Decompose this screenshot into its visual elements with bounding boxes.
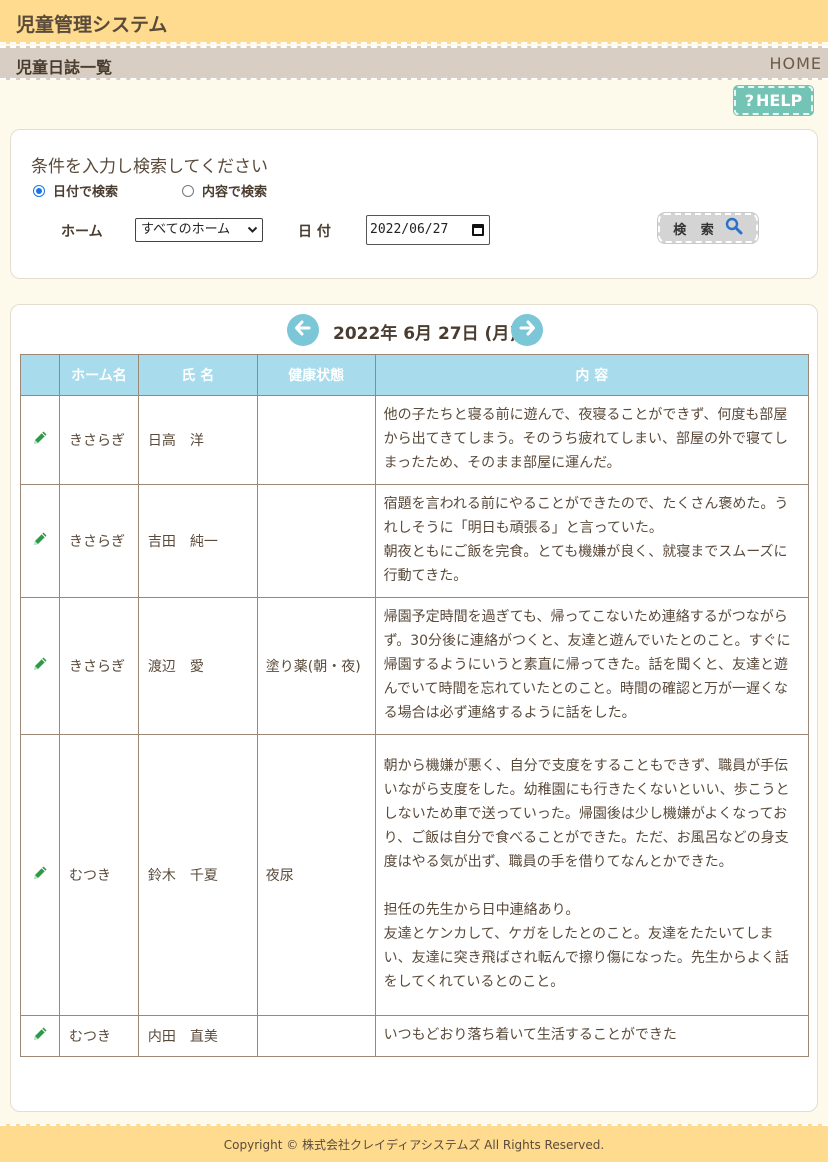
- table-row: きさらぎ 日高 洋 他の子たちと寝る前に遊んで、夜寝ることができず、何度も部屋から出…: [20, 395, 810, 485]
- app-title: 児童管理システム: [16, 14, 168, 36]
- table-row: きさらぎ 吉田 純一 宿題を言われる前にやることができたので、たくさん褒めた。うれし…: [20, 484, 810, 598]
- name-cell: 吉田 純一: [137, 484, 258, 598]
- footer: Copyright © 株式会社クレイディアシステムズ All Rights R…: [0, 1124, 828, 1162]
- page-title: 児童日誌一覧: [16, 58, 113, 77]
- chevron-down-icon: [247, 219, 258, 249]
- edit-cell: [20, 597, 60, 735]
- search-button[interactable]: 検 索: [658, 213, 758, 243]
- health-cell: 夜尿: [256, 734, 376, 1016]
- content-cell: 朝から機嫌が悪く、自分で支度をすることもできず、職員が手伝いながら支度をした。幼…: [374, 734, 810, 1016]
- health-cell: [256, 1015, 376, 1057]
- column-header-health: 健康状態: [256, 354, 376, 396]
- pencil-icon[interactable]: [31, 429, 49, 451]
- home-link[interactable]: HOME: [769, 54, 822, 73]
- subheader: 児童日誌一覧 HOME: [0, 46, 828, 80]
- copyright-text: Copyright © 株式会社クレイディアシステムズ All Rights R…: [223, 1137, 605, 1152]
- name-cell: 日高 洋: [137, 395, 258, 485]
- table-row: むつき 鈴木 千夏 夜尿 朝から機嫌が悪く、自分で支度をすることもできず、職員が手伝い…: [20, 734, 810, 1016]
- edit-cell: [20, 484, 60, 598]
- home-select[interactable]: すべてのホーム: [135, 218, 263, 242]
- pencil-icon[interactable]: [31, 530, 49, 552]
- search-prompt: 条件を入力し検索してください: [31, 157, 268, 177]
- date-input[interactable]: 2022/06/27: [366, 215, 490, 245]
- radio-search-by-date[interactable]: 日付で検索: [33, 181, 118, 200]
- help-button[interactable]: ? HELP: [734, 86, 813, 115]
- column-header-name: 氏 名: [137, 354, 258, 396]
- edit-cell: [20, 395, 60, 485]
- table-header-row: ホーム名 氏 名 健康状態 内 容: [20, 354, 810, 396]
- name-cell: 鈴木 千夏: [137, 734, 258, 1016]
- home-cell: むつき: [58, 1015, 139, 1057]
- arrow-right-icon: [517, 318, 537, 342]
- table-row: むつき 内田 直美 いつもどおり落ち着いて生活することができた: [20, 1015, 810, 1057]
- radio-content-indicator[interactable]: [182, 184, 194, 197]
- radio-date-label: 日付で検索: [53, 185, 119, 200]
- home-select-value: すべてのホーム: [141, 222, 231, 237]
- content-cell: 帰園予定時間を過ぎても、帰ってこないため連絡するがつながらず。30分後に連絡がつ…: [374, 597, 810, 735]
- next-day-button[interactable]: [511, 314, 543, 346]
- radio-content-label: 内容で検索: [202, 185, 268, 200]
- health-cell: [256, 484, 376, 598]
- results-panel: 2022年 6月 27日 (月) ホーム名 氏 名 健康状態 内 容 きさらぎ日…: [10, 304, 818, 1112]
- search-panel: 条件を入力し検索してください 日付で検索 内容で検索 ホーム すべてのホーム 日…: [10, 129, 818, 279]
- home-cell: むつき: [58, 734, 139, 1016]
- content-cell: 宿題を言われる前にやることができたので、たくさん褒めた。うれしそうに「明日も頑張…: [374, 484, 810, 598]
- pencil-icon[interactable]: [31, 655, 49, 677]
- app-header: 児童管理システム: [0, 0, 828, 44]
- question-mark-icon: ?: [744, 91, 755, 110]
- date-label: 日 付: [298, 224, 331, 240]
- magnifier-icon: [725, 217, 743, 239]
- edit-cell: [20, 1015, 60, 1057]
- calendar-icon[interactable]: [472, 224, 484, 236]
- date-heading: 2022年 6月 27日 (月): [333, 324, 518, 344]
- home-cell: きさらぎ: [58, 597, 139, 735]
- name-cell: 内田 直美: [137, 1015, 258, 1057]
- health-cell: 塗り薬(朝・夜): [256, 597, 376, 735]
- table-row: きさらぎ 渡辺 愛塗り薬(朝・夜) 帰園予定時間を過ぎても、帰ってこないため連絡する…: [20, 597, 810, 735]
- column-header-content: 内 容: [374, 354, 810, 396]
- edit-cell: [20, 734, 60, 1016]
- content-cell: いつもどおり落ち着いて生活することができた: [374, 1015, 810, 1057]
- column-header-home: ホーム名: [58, 354, 139, 396]
- content-cell: 他の子たちと寝る前に遊んで、夜寝ることができず、何度も部屋から出てきてしまう。そ…: [374, 395, 810, 485]
- arrow-left-icon: [293, 318, 313, 342]
- health-cell: [256, 395, 376, 485]
- pencil-icon[interactable]: [31, 864, 49, 886]
- radio-date-indicator[interactable]: [33, 184, 45, 197]
- date-value: 2022/06/27: [370, 222, 449, 237]
- home-cell: きさらぎ: [58, 484, 139, 598]
- home-label: ホーム: [61, 224, 103, 240]
- pencil-icon[interactable]: [31, 1025, 49, 1047]
- diary-table: ホーム名 氏 名 健康状態 内 容 きさらぎ 日高 洋他の子たちと寝る前に遊んで、…: [20, 354, 810, 1057]
- search-button-label: 検 索: [673, 222, 719, 238]
- radio-search-by-content[interactable]: 内容で検索: [182, 181, 267, 200]
- prev-day-button[interactable]: [287, 314, 319, 346]
- name-cell: 渡辺 愛: [137, 597, 258, 735]
- column-header-edit: [20, 354, 60, 396]
- home-cell: きさらぎ: [58, 395, 139, 485]
- help-label: HELP: [756, 91, 803, 110]
